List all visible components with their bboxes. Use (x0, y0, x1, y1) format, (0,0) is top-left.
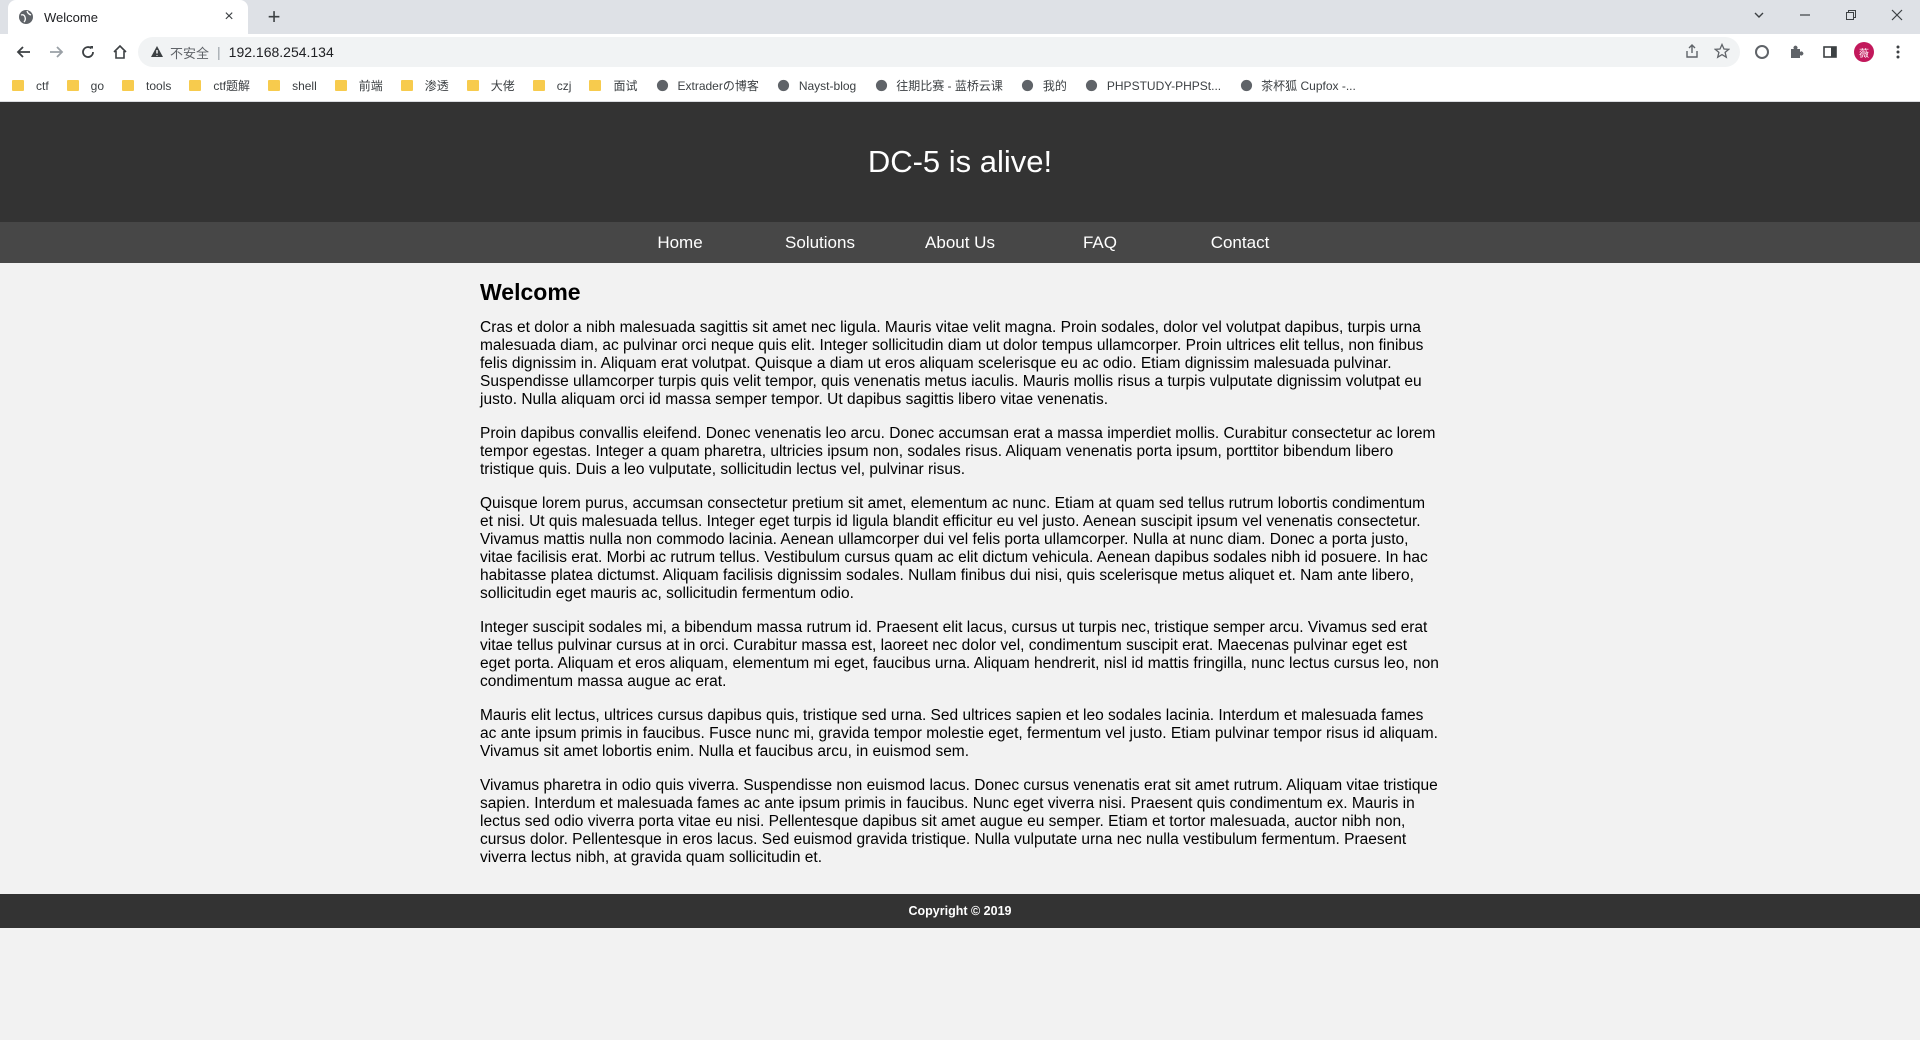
folder-icon (66, 80, 79, 91)
omnibox-actions (1684, 43, 1730, 59)
bookmark-item[interactable]: Extraderの博客 (655, 77, 759, 94)
bookmarks-bar: ctf go tools ctf题解 shell 前端 渗透 大佬 czj 面试 Extraderの… (0, 70, 1920, 102)
site-icon (874, 79, 888, 93)
bookmark-label: Nayst-blog (798, 78, 857, 93)
copyright-text: Copyright © 2019 (908, 904, 1012, 918)
bookmark-item[interactable]: ctf (12, 79, 49, 93)
new-tab-button[interactable]: + (260, 4, 288, 30)
folder-icon (122, 80, 135, 91)
globe-icon (1021, 79, 1035, 93)
bookmark-label: PHPSTUDY-PHPSt... (1106, 78, 1222, 93)
globe-icon (19, 10, 33, 24)
bookmark-item[interactable]: 前端 (334, 77, 383, 94)
bookmark-label: 我的 (1042, 79, 1067, 93)
bookmark-label: shell (292, 78, 317, 93)
tab-search-icon[interactable] (1736, 0, 1782, 30)
folder-icon (268, 80, 281, 91)
bookmark-label: czj (556, 78, 572, 93)
tab-title: Welcome (44, 9, 98, 25)
address-bar[interactable]: 不安全 | 192.168.254.134 (138, 37, 1740, 67)
site-icon (1239, 79, 1253, 93)
bookmark-item[interactable]: go (66, 78, 105, 93)
restore-icon[interactable] (1828, 0, 1874, 30)
extensions-puzzle-icon[interactable] (1780, 36, 1812, 68)
bookmark-item[interactable]: shell (268, 79, 317, 93)
bookmark-item[interactable]: 大佬 (466, 77, 515, 94)
warning-icon[interactable] (150, 45, 164, 59)
more-menu-icon[interactable] (1882, 36, 1914, 68)
site-footer: Copyright © 2019 (0, 894, 1920, 928)
folder-icon (334, 80, 347, 91)
url-text[interactable]: 192.168.254.134 (229, 44, 334, 60)
tab-strip: Welcome × + (0, 0, 1920, 34)
bookmark-label: tools (146, 78, 172, 93)
bookmark-item[interactable]: 茶杯狐 Cupfox -... (1239, 77, 1356, 94)
forward-icon[interactable] (40, 36, 72, 68)
side-panel-icon[interactable] (1814, 36, 1846, 68)
bookmark-star-icon[interactable] (1714, 43, 1730, 59)
paragraph: Vivamus pharetra in odio quis viverra. S… (480, 777, 1438, 866)
nav-about-us[interactable]: About Us (890, 233, 1030, 253)
bookmark-item[interactable]: tools (122, 79, 171, 93)
folder-icon (589, 80, 602, 91)
home-icon[interactable] (104, 36, 136, 68)
bookmark-label: 茶杯狐 Cupfox -... (1261, 79, 1356, 93)
bookmark-item[interactable]: 我的 (1021, 77, 1067, 94)
bookmark-label: 往期比赛 - 蓝桥云课 (896, 79, 1003, 93)
paragraph: Cras et dolor a nibh malesuada sagittis … (480, 319, 1424, 408)
site-header: DC-5 is alive! (0, 102, 1920, 222)
bookmark-label: 面试 (613, 79, 638, 93)
paragraph: Proin dapibus convallis eleifend. Donec … (480, 425, 1436, 478)
window-controls (1736, 0, 1920, 34)
bookmark-item[interactable]: ctf题解 (189, 77, 250, 94)
main-content: Welcome Cras et dolor a nibh malesuada s… (480, 263, 1440, 867)
minimize-icon[interactable] (1782, 0, 1828, 30)
folder-icon (189, 80, 202, 91)
bookmark-item[interactable]: 往期比赛 - 蓝桥云课 (874, 77, 1003, 94)
toolbar-actions: 薇 (1746, 36, 1914, 68)
bookmark-label: ctf (36, 78, 49, 93)
bookmark-item[interactable]: 面试 (589, 77, 637, 94)
close-window-icon[interactable] (1874, 0, 1920, 30)
site-icon (777, 79, 791, 93)
browser-toolbar: 不安全 | 192.168.254.134 薇 (0, 34, 1920, 70)
paragraph: Integer suscipit sodales mi, a bibendum … (480, 619, 1439, 690)
security-label[interactable]: 不安全 (170, 43, 209, 62)
nav-home[interactable]: Home (610, 233, 750, 253)
omnibox-divider: | (217, 44, 221, 60)
folder-icon (466, 80, 479, 91)
folder-icon (400, 80, 413, 91)
bookmark-item[interactable]: czj (532, 78, 572, 93)
avatar: 薇 (1854, 42, 1874, 62)
paragraph: Mauris elit lectus, ultrices cursus dapi… (480, 707, 1438, 760)
bookmark-label: ctf题解 (213, 79, 251, 93)
share-icon[interactable] (1684, 43, 1700, 59)
nav-faq[interactable]: FAQ (1030, 233, 1170, 253)
bookmark-label: 大佬 (490, 79, 515, 93)
extension-circle-icon[interactable] (1746, 36, 1778, 68)
bookmark-label: Extraderの博客 (677, 79, 759, 93)
site-title: DC-5 is alive! (867, 144, 1053, 179)
site-icon (1085, 79, 1099, 93)
reload-icon[interactable] (72, 36, 104, 68)
folder-icon (532, 80, 545, 91)
bookmark-item[interactable]: 渗透 (400, 77, 449, 94)
bookmark-item[interactable]: Nayst-blog (777, 79, 856, 93)
close-tab-icon[interactable]: × (220, 8, 238, 26)
bookmark-label: 渗透 (424, 79, 449, 93)
folder-icon (12, 80, 24, 91)
paragraph: Quisque lorem purus, accumsan consectetu… (480, 495, 1428, 602)
bookmark-item[interactable]: PHPSTUDY-PHPSt... (1085, 79, 1221, 93)
page-heading: Welcome (480, 279, 581, 305)
back-icon[interactable] (8, 36, 40, 68)
site-icon (655, 79, 669, 93)
bookmark-label: go (90, 78, 105, 93)
nav-solutions[interactable]: Solutions (750, 233, 890, 253)
site-nav: Home Solutions About Us FAQ Contact (0, 222, 1920, 263)
web-page: DC-5 is alive! Home Solutions About Us F… (0, 102, 1920, 1040)
bookmark-label: 前端 (358, 79, 383, 93)
browser-tab[interactable]: Welcome × (8, 0, 248, 34)
nav-contact[interactable]: Contact (1170, 233, 1310, 253)
profile-avatar[interactable]: 薇 (1848, 36, 1880, 68)
